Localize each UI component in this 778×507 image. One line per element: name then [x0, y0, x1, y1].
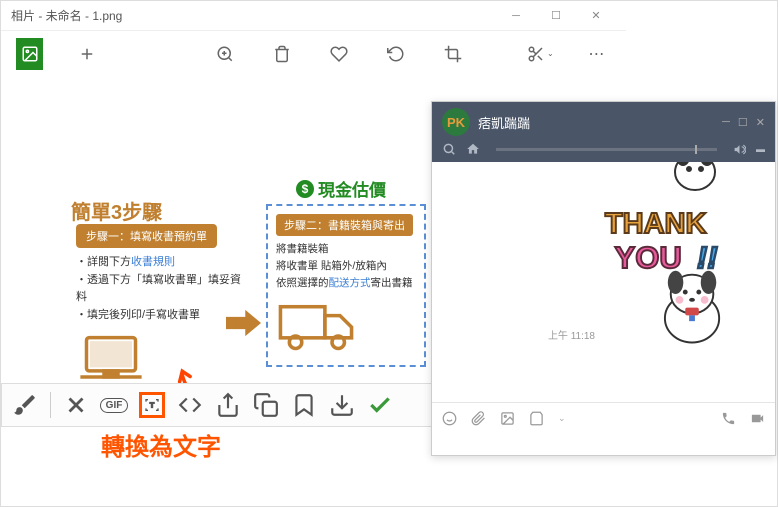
heart-icon	[330, 45, 348, 63]
svg-text:!!: !!	[697, 240, 718, 275]
delete-button[interactable]	[268, 38, 295, 70]
titlebar: 相片 - 未命名 - 1.png ─ ☐ ✕	[1, 1, 626, 31]
crop-button[interactable]	[440, 38, 467, 70]
emoji-icon[interactable]	[442, 411, 457, 426]
resize-icon	[177, 392, 203, 418]
close-icon	[63, 392, 89, 418]
rotate-button[interactable]	[382, 38, 409, 70]
crop-icon	[444, 45, 462, 63]
chat-toolbar: ⌄	[432, 403, 775, 433]
plus-icon	[78, 45, 96, 63]
brush-icon	[12, 392, 38, 418]
brush-tool[interactable]	[12, 392, 38, 418]
chat-messages[interactable]: THANK YOU !!	[432, 162, 775, 402]
svg-text:YOU: YOU	[615, 240, 682, 275]
pin-button[interactable]	[291, 392, 317, 418]
annotation-convert-label: 轉換為文字	[101, 427, 221, 462]
copy-button[interactable]	[253, 392, 279, 418]
chat-minimize-button[interactable]: ─	[722, 116, 730, 129]
laptop-icon	[76, 332, 146, 387]
sticker-peek	[665, 162, 725, 197]
close-button[interactable]: ✕	[576, 1, 616, 31]
step-2-box-selected[interactable]: 步驟二：書籍裝箱與寄出 將書籍裝箱 將收書單 貼箱外/放箱內 依照選擇的配送方式…	[266, 204, 426, 367]
chat-window: PK 痞凱踹踹 ─ ☐ ✕ ▬ THANK	[431, 101, 776, 456]
capture-action-bar: GIF T	[1, 383, 441, 427]
cash-label: 現金估價	[318, 176, 386, 201]
video-icon[interactable]	[750, 411, 765, 426]
cut-icon	[527, 45, 545, 63]
minimize-button[interactable]: ─	[496, 1, 536, 31]
favorite-button[interactable]	[325, 38, 352, 70]
home-icon[interactable]	[466, 142, 480, 156]
collapse-icon[interactable]: ▬	[756, 144, 765, 154]
rotate-icon	[387, 45, 405, 63]
share-icon	[215, 392, 241, 418]
avatar[interactable]: PK	[442, 108, 470, 136]
copy-icon	[253, 392, 279, 418]
image-icon[interactable]	[500, 411, 515, 426]
message-timestamp: 上午 11:18	[548, 327, 595, 342]
cancel-button[interactable]	[63, 392, 89, 418]
step-2-list: 將書籍裝箱 將收書單 貼箱外/放箱內 依照選擇的配送方式寄出書籍	[276, 241, 416, 291]
chat-header: PK 痞凱踹踹 ─ ☐ ✕ ▬	[432, 102, 775, 162]
thank-you-sticker: THANK YOU !!	[600, 202, 755, 347]
download-icon	[329, 392, 355, 418]
image-icon	[21, 45, 39, 63]
step-1-box: 步驟一：填寫收書預約單 ・詳閱下方收書規則 ・透過下方「填寫收書單」填妥資料 ・…	[76, 224, 246, 392]
capture-icon[interactable]	[529, 411, 544, 426]
zoom-button[interactable]	[211, 38, 238, 70]
more-button[interactable]: ⋯	[584, 38, 611, 70]
chat-footer: ⌄	[432, 402, 775, 457]
image-tab[interactable]	[16, 38, 43, 70]
call-icon[interactable]	[721, 411, 736, 426]
contact-name: 痞凱踹踹	[478, 113, 530, 132]
check-icon	[367, 392, 393, 418]
search-icon[interactable]	[442, 142, 456, 156]
attach-icon[interactable]	[471, 411, 486, 426]
main-toolbar: ⌄ ⋯	[1, 31, 626, 76]
zoom-in-icon	[216, 45, 234, 63]
maximize-button[interactable]: ☐	[536, 1, 576, 31]
svg-text:T: T	[150, 401, 155, 410]
chevron-down-icon[interactable]: ⌄	[558, 413, 566, 424]
gif-icon: GIF	[100, 398, 129, 413]
add-button[interactable]	[73, 38, 100, 70]
volume-slider[interactable]	[496, 148, 717, 151]
ocr-text-button[interactable]: T	[139, 392, 165, 418]
download-button[interactable]	[329, 392, 355, 418]
edit-menu[interactable]: ⌄	[527, 38, 554, 70]
resize-button[interactable]	[177, 392, 203, 418]
chevron-down-icon: ⌄	[547, 49, 554, 58]
chat-maximize-button[interactable]: ☐	[738, 116, 748, 129]
share-button[interactable]	[215, 392, 241, 418]
arrow-right-icon	[226, 308, 261, 338]
truck-icon	[276, 297, 356, 352]
window-title: 相片 - 未命名 - 1.png	[11, 7, 122, 24]
more-icon: ⋯	[588, 44, 606, 64]
gif-button[interactable]: GIF	[101, 392, 127, 418]
step-1-pill: 步驟一：填寫收書預約單	[76, 224, 217, 248]
text-scan-icon: T	[144, 397, 160, 413]
confirm-button[interactable]	[367, 392, 393, 418]
trash-icon	[273, 45, 291, 63]
speaker-icon[interactable]	[733, 143, 746, 156]
chat-close-button[interactable]: ✕	[756, 116, 765, 129]
cash-badge: $ 現金估價	[296, 176, 386, 201]
bookmark-icon	[291, 392, 317, 418]
step-1-list: ・詳閱下方收書規則 ・透過下方「填寫收書單」填妥資料 ・填完後列印/手寫收書單	[76, 254, 246, 324]
step-2-pill: 步驟二：書籍裝箱與寄出	[276, 214, 413, 236]
svg-text:THANK: THANK	[605, 208, 707, 240]
dollar-icon: $	[296, 180, 314, 198]
